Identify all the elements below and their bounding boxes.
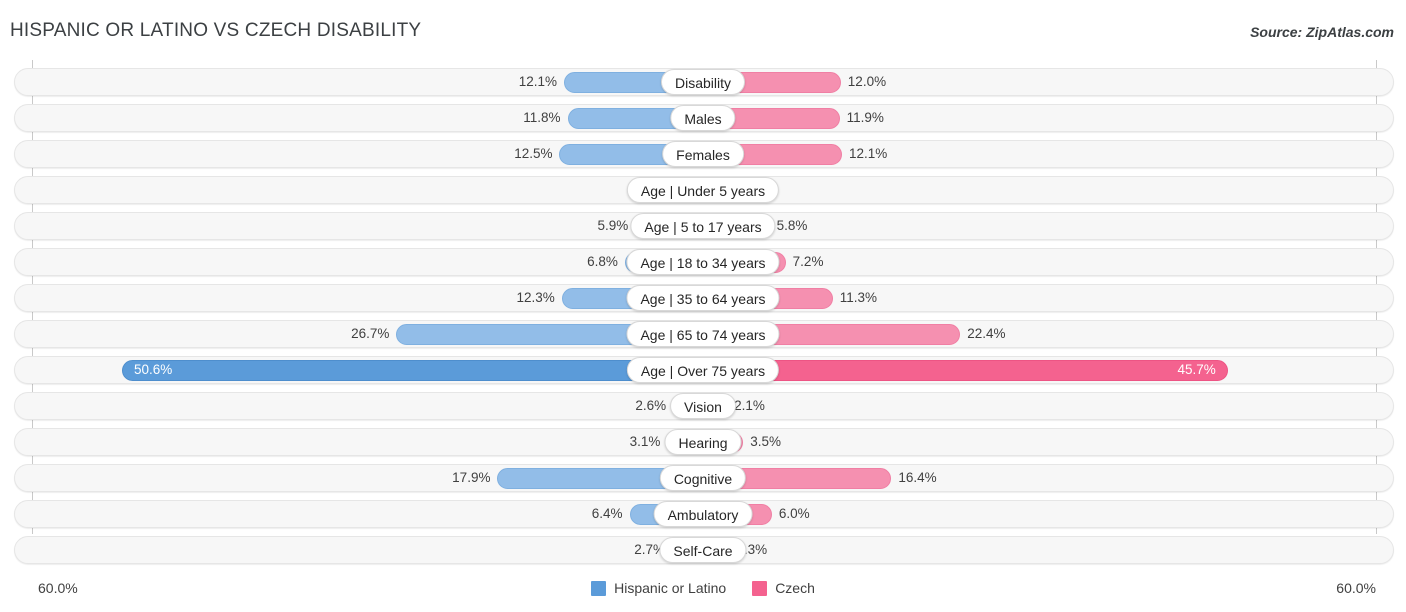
bar-value-left: 6.8% — [587, 254, 618, 269]
bar-right-czech — [703, 360, 1228, 381]
legend-item[interactable]: Czech — [752, 580, 815, 596]
bar-row: 50.6% 45.7% Age | Over 75 years — [0, 352, 1406, 388]
chart-plot-area: 12.1% 12.0% Disability 11.8% 11.9% Males 12.5%… — [0, 60, 1406, 572]
bar-value-right: 12.1% — [848, 146, 888, 161]
bar-row: 5.9% 5.8% Age | 5 to 17 years — [0, 208, 1406, 244]
bar-value-left: 6.4% — [591, 506, 623, 521]
bar-left-hispanic-or-latino — [121, 360, 703, 381]
bar-value-left: 5.9% — [597, 218, 629, 233]
bar-row-label: Age | 18 to 34 years — [626, 249, 780, 275]
bar-value-left: 26.7% — [351, 326, 390, 341]
bar-row-label: Vision — [670, 393, 736, 419]
bar-row-label: Age | 5 to 17 years — [630, 213, 776, 239]
bar-value-right: 12.0% — [847, 74, 887, 89]
legend-swatch-icon — [591, 580, 607, 596]
bar-value-right: 16.4% — [898, 470, 937, 485]
page-title: HISPANIC OR LATINO VS CZECH DISABILITY — [10, 20, 422, 41]
source-attribution: Source: ZipAtlas.com — [1250, 24, 1394, 40]
legend-item[interactable]: Hispanic or Latino — [591, 580, 726, 596]
bar-row: 6.8% 7.2% Age | 18 to 34 years — [0, 244, 1406, 280]
bar-value-right: 11.3% — [839, 290, 878, 305]
bar-row: 11.8% 11.9% Males — [0, 100, 1406, 136]
bar-row-label: Age | 35 to 64 years — [626, 285, 780, 311]
bar-value-right: 22.4% — [967, 326, 1006, 341]
bar-row-label: Males — [670, 105, 736, 131]
chart-header: HISPANIC OR LATINO VS CZECH DISABILITY S… — [0, 0, 1406, 58]
bar-value-right: 45.7% — [1177, 362, 1216, 377]
bar-value-right: 11.9% — [846, 110, 884, 125]
bar-value-right: 3.5% — [750, 434, 781, 449]
bar-row-label: Hearing — [664, 429, 742, 455]
bar-value-left: 2.6% — [635, 398, 667, 413]
bar-row: 12.3% 11.3% Age | 35 to 64 years — [0, 280, 1406, 316]
legend-item-label: Czech — [775, 580, 815, 596]
bar-row-label: Age | 65 to 74 years — [626, 321, 780, 347]
bar-value-left: 50.6% — [133, 362, 173, 377]
bar-row: 12.5% 12.1% Females — [0, 136, 1406, 172]
bar-value-right: 7.2% — [792, 254, 824, 269]
chart-legend: Hispanic or Latino Czech — [0, 580, 1406, 596]
bar-row-label: Disability — [660, 69, 746, 95]
bar-row-label: Age | Under 5 years — [626, 177, 780, 203]
bar-value-left: 12.1% — [518, 74, 558, 89]
bar-row-label: Age | Over 75 years — [626, 357, 780, 383]
bar-value-right: 2.1% — [734, 398, 765, 413]
bar-row: 2.6% 2.1% Vision — [0, 388, 1406, 424]
bar-value-left: 11.8% — [523, 110, 561, 125]
bar-row: 12.1% 12.0% Disability — [0, 64, 1406, 100]
legend-swatch-icon — [752, 580, 768, 596]
bar-rows-container: 12.1% 12.0% Disability 11.8% 11.9% Males 12.5%… — [0, 64, 1406, 568]
bar-row-label: Self-Care — [659, 537, 747, 563]
chart-footer: 60.0% 60.0% Hispanic or Latino Czech — [0, 572, 1406, 612]
bar-value-left: 3.1% — [629, 434, 661, 449]
bar-row: 1.3%1.5%Age | Under 5 years — [0, 172, 1406, 208]
bar-row: 6.4% 6.0% Ambulatory — [0, 496, 1406, 532]
bar-value-right: 6.0% — [778, 506, 810, 521]
bar-row: 3.1% 3.5% Hearing — [0, 424, 1406, 460]
bar-value-right: 5.8% — [776, 218, 808, 233]
bar-row-label: Females — [662, 141, 744, 167]
bar-value-left: 17.9% — [452, 470, 491, 485]
bar-row: 17.9% 16.4% Cognitive — [0, 460, 1406, 496]
bar-row-label: Cognitive — [659, 465, 747, 491]
bar-row: 2.7% 2.3% Self-Care — [0, 532, 1406, 568]
bar-value-left: 12.5% — [514, 146, 553, 161]
bar-row-label: Ambulatory — [653, 501, 753, 527]
legend-item-label: Hispanic or Latino — [614, 580, 727, 596]
bar-value-left: 12.3% — [516, 290, 555, 305]
bar-row: 26.7% 22.4% Age | 65 to 74 years — [0, 316, 1406, 352]
